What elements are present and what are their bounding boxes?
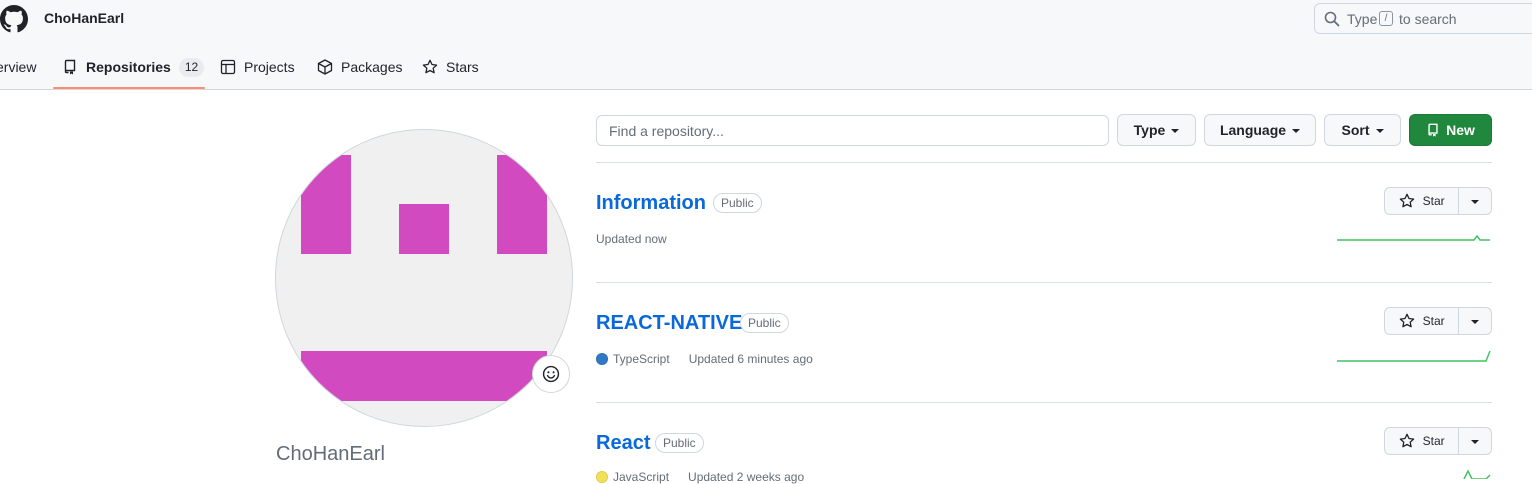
repo-meta: TypeScript Updated 6 minutes ago	[596, 352, 813, 366]
selected-tab-indicator	[53, 87, 205, 89]
tab-stars[interactable]: Stars	[422, 50, 479, 84]
search-placeholder-pre: Type	[1347, 11, 1378, 27]
repo-language: JavaScript	[613, 470, 670, 484]
table-icon	[220, 59, 236, 75]
tab-projects[interactable]: Projects	[220, 50, 295, 84]
triangle-down-icon	[1471, 200, 1480, 204]
visibility-badge: Public	[740, 313, 789, 333]
star-icon	[1399, 433, 1414, 448]
tab-repositories-label: Repositories	[86, 59, 171, 75]
search-input[interactable]: Type / to search	[1314, 3, 1532, 34]
tab-stars-label: Stars	[446, 59, 479, 75]
visibility-badge: Public	[655, 433, 704, 453]
star-list-dropdown[interactable]	[1459, 428, 1491, 454]
triangle-down-icon	[1375, 129, 1384, 133]
visibility-badge: Public	[713, 193, 762, 213]
search-icon	[1324, 11, 1340, 27]
type-filter-label: Type	[1133, 122, 1166, 138]
profile-header: ChoHanEarl Type / to search erview Repos…	[0, 0, 1532, 90]
star-icon	[422, 59, 438, 74]
language-filter-label: Language	[1219, 122, 1287, 138]
tab-overview[interactable]: erview	[0, 50, 36, 84]
triangle-down-icon	[1292, 129, 1301, 133]
repo-name-link[interactable]: React	[596, 432, 650, 455]
sort-button[interactable]: Sort	[1324, 114, 1401, 146]
avatar-block	[301, 351, 547, 401]
repositories-count-badge: 12	[178, 57, 205, 77]
language-color-dot	[596, 471, 608, 483]
repo-updated-time: Updated now	[596, 232, 667, 246]
tab-packages-label: Packages	[341, 59, 403, 75]
star-button[interactable]: Star	[1385, 428, 1460, 454]
star-button-label: Star	[1422, 434, 1445, 448]
new-repository-label: New	[1446, 122, 1475, 138]
tab-packages[interactable]: Packages	[317, 50, 402, 84]
repo-language: TypeScript	[613, 352, 670, 366]
star-button-label: Star	[1422, 194, 1445, 208]
set-status-button[interactable]	[532, 355, 570, 393]
star-icon	[1399, 313, 1414, 328]
search-placeholder-post: to search	[1399, 11, 1457, 27]
avatar[interactable]	[275, 129, 573, 427]
triangle-down-icon	[1171, 129, 1180, 133]
star-list-dropdown[interactable]	[1459, 308, 1491, 334]
activity-sparkline	[1337, 350, 1491, 362]
language-filter-button[interactable]: Language	[1204, 114, 1316, 146]
activity-sparkline	[1463, 469, 1491, 479]
list-divider	[596, 402, 1492, 403]
new-repository-button[interactable]: New	[1409, 114, 1492, 146]
star-button-group: Star	[1384, 427, 1492, 455]
tab-overview-label: erview	[0, 59, 37, 75]
star-button-group: Star	[1384, 307, 1492, 335]
repo-icon	[1428, 123, 1438, 137]
package-icon	[317, 59, 333, 75]
list-divider	[596, 162, 1492, 163]
star-button[interactable]: Star	[1385, 188, 1460, 214]
repo-updated-time: Updated 2 weeks ago	[688, 470, 805, 484]
triangle-down-icon	[1471, 320, 1480, 324]
activity-sparkline	[1337, 234, 1490, 241]
header-username[interactable]: ChoHanEarl	[44, 10, 124, 26]
star-icon	[1399, 193, 1414, 208]
repo-updated-time: Updated 6 minutes ago	[688, 352, 813, 366]
star-list-dropdown[interactable]	[1459, 188, 1491, 214]
avatar-block	[301, 155, 351, 254]
list-divider	[596, 282, 1492, 283]
language-color-dot	[596, 353, 608, 365]
profile-username: ChoHanEarl	[276, 443, 385, 465]
smiley-icon	[542, 365, 560, 383]
tab-projects-label: Projects	[244, 59, 295, 75]
github-logo-icon[interactable]	[0, 3, 28, 35]
find-repository-input[interactable]	[596, 115, 1109, 146]
tab-repositories[interactable]: Repositories 12	[62, 50, 205, 84]
star-button-label: Star	[1422, 314, 1445, 328]
triangle-down-icon	[1471, 440, 1480, 444]
star-button[interactable]: Star	[1385, 308, 1460, 334]
sort-label: Sort	[1341, 122, 1370, 138]
type-filter-button[interactable]: Type	[1117, 114, 1196, 146]
star-button-group: Star	[1384, 187, 1492, 215]
repo-meta: Updated now	[596, 232, 667, 246]
avatar-block	[399, 204, 449, 254]
avatar-block	[497, 155, 547, 254]
repo-name-link[interactable]: Information	[596, 192, 706, 215]
repo-icon	[64, 59, 76, 75]
repo-name-link[interactable]: REACT-NATIVE	[596, 312, 742, 335]
repo-meta: JavaScript Updated 2 weeks ago	[596, 470, 804, 484]
search-shortcut-key: /	[1379, 11, 1393, 26]
